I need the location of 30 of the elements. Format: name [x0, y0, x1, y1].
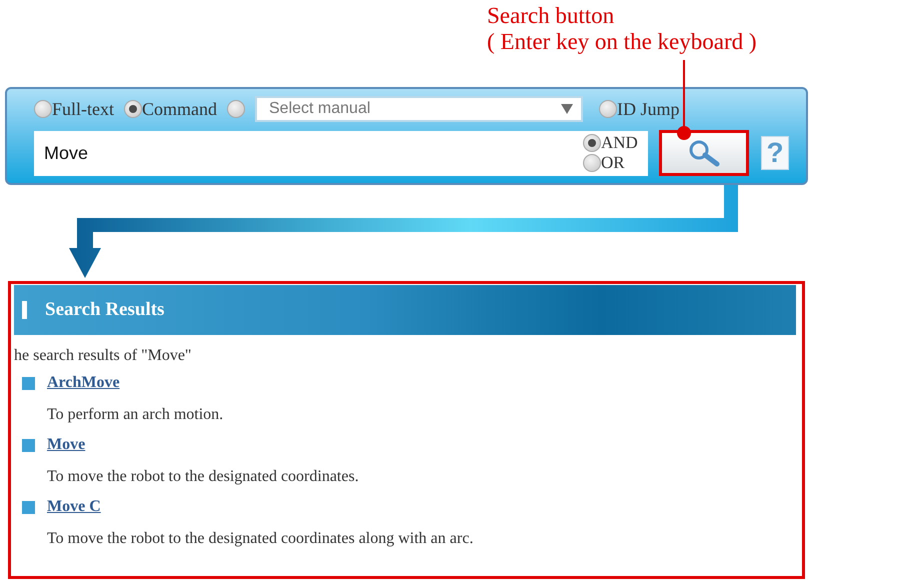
result-description: To perform an arch motion.: [47, 406, 224, 424]
search-field[interactable]: Move: [34, 130, 583, 176]
bullet-icon: [22, 438, 35, 452]
radio-button[interactable]: [34, 100, 52, 118]
results-summary: he search results of "Move": [14, 347, 192, 365]
radio-button[interactable]: [583, 154, 601, 172]
radio-button[interactable]: [124, 100, 142, 118]
result-link[interactable]: Move C: [47, 498, 101, 516]
caret-icon: [561, 104, 573, 114]
result-description: To move the robot to the designated coordinates.: [47, 468, 360, 486]
search-icon: [687, 139, 721, 167]
result-link[interactable]: ArchMove: [47, 374, 120, 392]
bullet-icon: [22, 500, 35, 514]
mode-label: ID Jump: [617, 98, 680, 120]
result-link[interactable]: Move: [47, 436, 86, 454]
bullet-icon: [22, 376, 35, 390]
manual-dropdown[interactable]: Select manual: [255, 96, 583, 122]
operator-label: AND: [601, 133, 638, 153]
mode-label: Command: [142, 98, 217, 120]
callout-label: Search button: [487, 3, 614, 29]
radio-button[interactable]: [227, 100, 245, 118]
operator-label: OR: [601, 153, 625, 173]
radio-button[interactable]: [583, 134, 601, 152]
header-bar-icon: [22, 301, 27, 319]
radio-button[interactable]: [599, 100, 617, 118]
callout-hint: ( Enter key on the keyboard ): [487, 29, 757, 55]
results-title: Search Results: [45, 299, 164, 321]
result-description: To move the robot to the designated coordinates along with an arc.: [47, 530, 474, 548]
search-button[interactable]: [659, 130, 749, 176]
mode-label: Full-text: [52, 98, 114, 120]
